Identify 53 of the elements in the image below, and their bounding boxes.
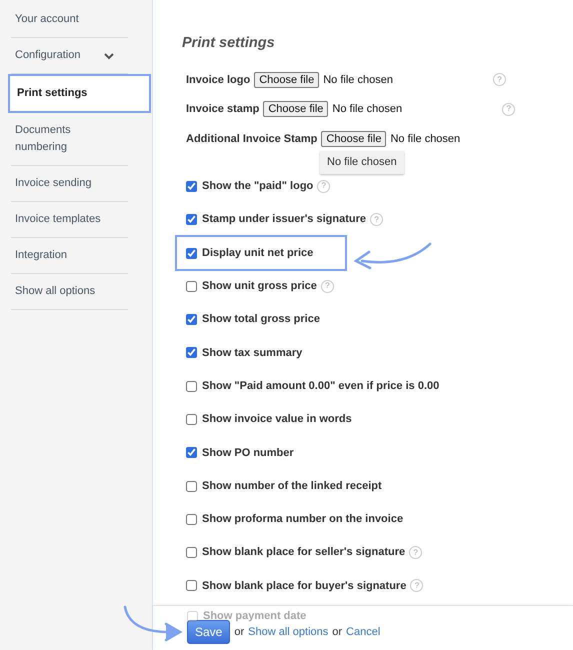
field-label: Additional Invoice Stamp [186,132,318,146]
option-label: Show tax summary [202,346,302,361]
option-label: Display unit net price [202,246,314,261]
save-button[interactable]: Save [187,620,230,644]
option-label: Show "Paid amount 0.00" even if price is 0.00 [202,378,440,394]
sidebar-item[interactable]: Invoice sending [11,166,128,202]
checkbox[interactable] [186,447,197,458]
option-label: Show PO number [202,446,294,461]
checkbox[interactable] [186,380,197,392]
checkbox[interactable] [187,610,198,622]
field-label: Invoice stamp [186,102,260,117]
checkbox[interactable] [186,580,197,592]
sidebar-item[interactable]: Documents numbering [11,113,128,166]
sidebar-item[interactable]: Print settings [8,74,151,113]
sidebar-item[interactable]: Integration [11,238,128,274]
choose-file-button[interactable]: Choose file [263,101,328,118]
choose-file-button[interactable]: Choose file [321,130,386,147]
choose-file-button[interactable]: Choose file [254,72,320,88]
sidebar-item[interactable]: Your account [11,2,128,38]
option-label: Show payment date [203,610,306,622]
checkbox[interactable] [186,248,197,258]
cancel-link[interactable]: Cancel [346,624,380,640]
checkbox[interactable] [186,514,197,525]
annotation-arrow [124,606,183,642]
checkbox[interactable] [186,347,197,358]
connector-text: or [234,624,244,640]
file-status: No file chosen [390,132,460,146]
checkbox[interactable] [186,547,197,558]
field-label: Invoice logo [186,72,250,88]
checkbox[interactable] [186,414,197,425]
sidebar-item-label: Configuration [15,48,80,63]
option-label: Show blank place for buyer's signature [202,578,406,594]
checkbox[interactable] [186,480,197,492]
tooltip: No file chosen [320,151,404,174]
connector-text: or [332,624,342,640]
option-label: Show unit gross price [202,279,317,294]
section-title: Print settings [182,34,276,53]
option-label: Show invoice value in words [202,412,352,428]
option-label: Show total gross price [202,312,320,328]
show-all-options-link[interactable]: Show all options [248,624,328,640]
sidebar-item[interactable]: Invoice templates [11,202,128,238]
checkbox[interactable] [186,280,197,292]
sidebar-item[interactable]: Show all options [11,274,128,310]
option-label: Show blank place for seller's signature [202,545,406,560]
option-label: Show number of the linked receipt [202,478,382,494]
checkbox[interactable] [186,180,197,192]
option-label: Show the "paid" logo [202,179,314,194]
file-status: No file chosen [323,72,393,88]
option-label: Stamp under issuer's signature [202,212,366,228]
file-status: No file chosen [332,102,402,117]
checkbox[interactable] [186,314,197,326]
option-label: Show proforma number on the invoice [202,512,404,528]
checkbox[interactable] [186,214,197,226]
